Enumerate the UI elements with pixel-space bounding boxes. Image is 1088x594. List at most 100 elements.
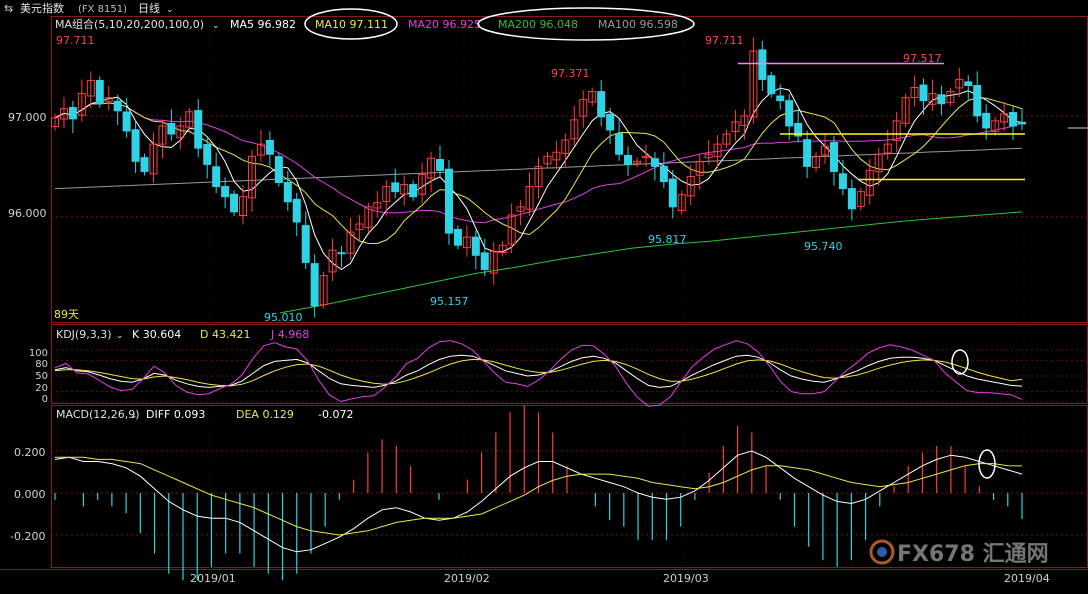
candle-down bbox=[436, 158, 445, 171]
candle-down bbox=[68, 107, 77, 120]
candle-down bbox=[597, 91, 606, 118]
candle-down bbox=[767, 75, 776, 95]
ma200-value: MA200 96.048 bbox=[498, 18, 578, 31]
candle-down bbox=[131, 129, 140, 162]
candle-down bbox=[310, 263, 319, 307]
candle-down bbox=[785, 100, 794, 127]
macd-legend: MACD(12,26,9) ⌄ DIFF 0.093 DEA 0.129 -0.… bbox=[56, 408, 353, 421]
x-tick-label: 2019/01 bbox=[190, 572, 236, 585]
candle-down bbox=[95, 79, 104, 105]
macd-dea-value: DEA 0.129 bbox=[236, 408, 294, 421]
candle-down bbox=[919, 84, 928, 102]
axis-top-label: 97.711 bbox=[56, 34, 95, 47]
kdj-y-tick: 0 bbox=[42, 394, 48, 405]
candle-down bbox=[803, 139, 812, 167]
candle-down bbox=[838, 173, 847, 190]
ma10-value: MA10 97.111 bbox=[315, 18, 388, 31]
kdj-k-value: K 30.604 bbox=[132, 328, 181, 341]
candle-down bbox=[337, 252, 346, 255]
candle-down bbox=[668, 178, 677, 208]
macd-y-tick: 0.200 bbox=[14, 446, 46, 459]
kdj-j-value: J 4.968 bbox=[270, 328, 309, 341]
candle-down bbox=[1009, 112, 1018, 127]
kdj-y-tick: 50 bbox=[35, 371, 48, 382]
kdj-axis: 100 80 50 20 0 bbox=[29, 348, 48, 405]
annotation-low: 95.157 bbox=[430, 295, 469, 308]
chevron-down-icon[interactable]: ⌄ bbox=[166, 5, 174, 15]
y-tick-label: 96.000 bbox=[8, 207, 47, 220]
candle-down bbox=[776, 95, 785, 102]
candle-down bbox=[391, 182, 400, 193]
annotation-high: 97.711 bbox=[705, 34, 744, 47]
instrument-code: (FX 8151) bbox=[78, 4, 127, 15]
instrument-name: 美元指数 bbox=[20, 1, 64, 15]
annotation-high: 97.371 bbox=[551, 67, 590, 80]
days-count-label: 89天 bbox=[54, 308, 79, 321]
kdj-y-tick: 100 bbox=[29, 348, 48, 359]
candle-down bbox=[480, 252, 489, 270]
kdj-title[interactable]: KDJ(9,3,3) bbox=[56, 328, 112, 341]
candle-down bbox=[453, 228, 462, 246]
x-tick-label: 2019/04 bbox=[1004, 572, 1050, 585]
macd-axis: 0.200 0.000 -0.200 bbox=[10, 446, 46, 543]
x-tick-label: 2019/03 bbox=[663, 572, 709, 585]
candle-down bbox=[221, 186, 230, 198]
candle-down bbox=[471, 236, 480, 256]
candle-down bbox=[829, 142, 838, 172]
candle-down bbox=[292, 198, 301, 223]
date-axis: 2019/01 2019/02 2019/03 2019/04 bbox=[190, 572, 1050, 585]
candle-down bbox=[758, 49, 767, 80]
ma200-line bbox=[279, 211, 1023, 314]
kdj-d-line bbox=[54, 358, 1023, 387]
candle-down bbox=[167, 123, 176, 135]
candle-down bbox=[194, 110, 203, 149]
y-tick-label: 97.000 bbox=[8, 111, 47, 124]
candlesticks bbox=[51, 36, 1026, 318]
highlight-circle-kdj bbox=[951, 349, 969, 375]
ma20-value: MA20 96.925 bbox=[408, 18, 481, 31]
candle-down bbox=[212, 166, 221, 188]
ma100-value: MA100 96.598 bbox=[598, 18, 678, 31]
kdj-y-tick: 20 bbox=[35, 383, 48, 394]
annotation-high: 97.517 bbox=[903, 52, 942, 65]
back-icon[interactable]: ⇆ bbox=[4, 2, 13, 15]
candle-down bbox=[230, 193, 239, 213]
kdj-d-value: D 43.421 bbox=[200, 328, 250, 341]
macd-diff-value: DIFF 0.093 bbox=[146, 408, 205, 421]
kdj-y-tick: 80 bbox=[35, 359, 48, 370]
macd-title[interactable]: MACD(12,26,9) bbox=[56, 408, 140, 421]
candle-down bbox=[847, 188, 856, 210]
ma5-value: MA5 96.982 bbox=[230, 18, 296, 31]
period-selector[interactable]: 日线 bbox=[138, 1, 160, 15]
candle-down bbox=[937, 94, 946, 105]
watermark: FX678 汇通网 bbox=[869, 539, 1049, 567]
macd-y-tick: -0.200 bbox=[10, 530, 45, 543]
candle-down bbox=[113, 100, 122, 112]
candle-down bbox=[265, 139, 274, 155]
watermark-text: FX678 汇通网 bbox=[897, 542, 1049, 567]
candle-down bbox=[624, 154, 633, 165]
chevron-down-icon[interactable]: ⌄ bbox=[116, 331, 124, 341]
candle-down bbox=[659, 165, 668, 183]
chevron-down-icon[interactable]: ⌄ bbox=[130, 411, 138, 421]
chart-window: ⇆ 美元指数 (FX 8151) 日线 ⌄ MA组合(5,10,20,200,1… bbox=[0, 0, 1088, 590]
x-tick-label: 2019/02 bbox=[444, 572, 490, 585]
header-bar: ⇆ 美元指数 (FX 8151) 日线 ⌄ bbox=[4, 1, 174, 15]
kdj-legend: KDJ(9,3,3) ⌄ K 30.604 D 43.421 J 4.968 bbox=[56, 328, 309, 341]
candle-down bbox=[444, 168, 453, 234]
candle-down bbox=[1018, 121, 1026, 125]
candle-down bbox=[409, 184, 418, 198]
candle-down bbox=[122, 111, 131, 132]
candle-down bbox=[615, 133, 624, 155]
candle-down bbox=[203, 144, 212, 165]
candle-down bbox=[973, 84, 982, 117]
candle-down bbox=[650, 158, 659, 167]
annotation-low: 95.010 bbox=[264, 311, 303, 324]
candle-down bbox=[964, 81, 973, 86]
chevron-down-icon[interactable]: ⌄ bbox=[212, 21, 220, 31]
candle-down bbox=[606, 113, 615, 131]
candle-down bbox=[283, 182, 292, 203]
macd-y-tick: 0.000 bbox=[14, 488, 46, 501]
candle-down bbox=[140, 157, 149, 172]
ma-legend-title[interactable]: MA组合(5,10,20,200,100,0) bbox=[55, 17, 204, 31]
